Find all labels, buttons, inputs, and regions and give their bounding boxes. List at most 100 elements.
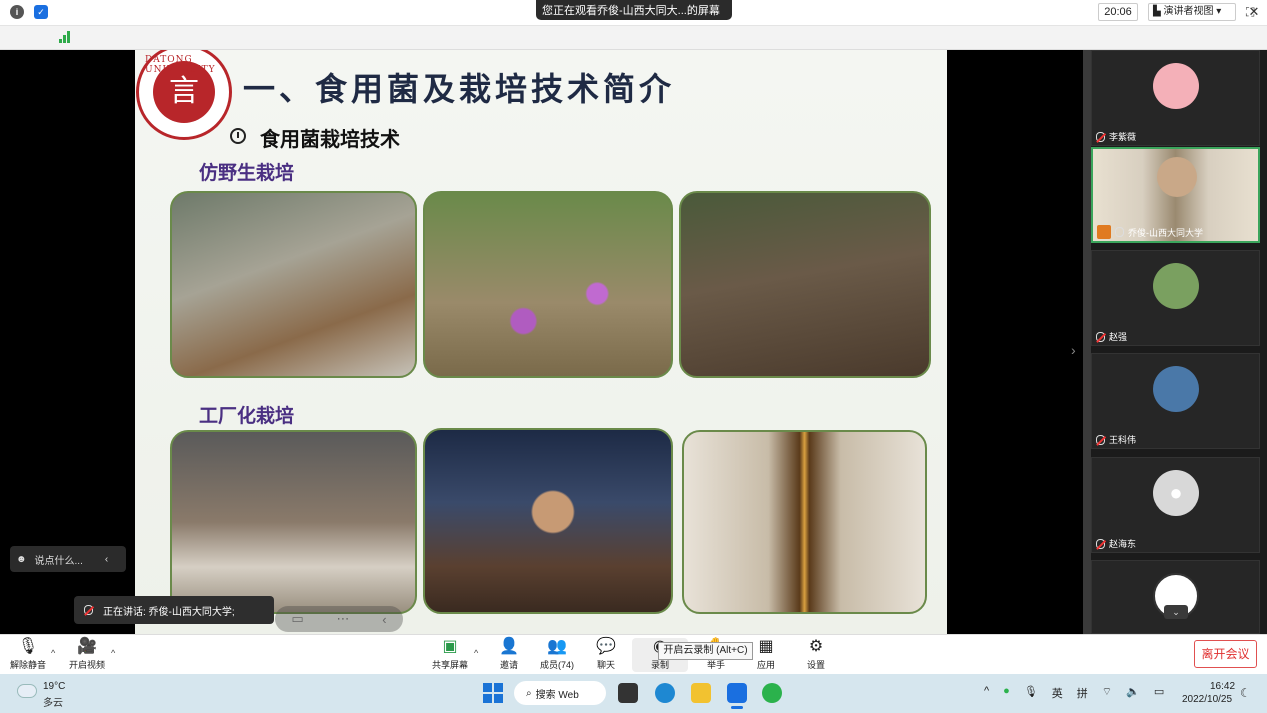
windows-start-icon[interactable] — [483, 683, 503, 703]
active-app-indicator — [731, 706, 743, 709]
participant-name: 赵海东 — [1096, 537, 1136, 550]
screen-share-indicator[interactable]: 您正在观看乔俊-山西大同大...的屏幕 ☰ — [536, 0, 743, 20]
chat-button[interactable]: 💬 聊天 — [578, 638, 634, 672]
participant-tile-active-speaker[interactable]: 乔俊-山西大同大学 — [1091, 147, 1260, 243]
microphone-icon[interactable]: 🎙 — [1024, 685, 1038, 701]
battery-icon[interactable]: ▭ — [1154, 685, 1164, 701]
meeting-info-bar — [0, 26, 1267, 50]
fullscreen-icon[interactable]: ⛶ — [1246, 5, 1254, 20]
record-tooltip: 开启云录制 (Alt+C) — [658, 642, 753, 660]
chevron-up-icon[interactable]: ^ — [474, 648, 478, 658]
chevron-down-icon: ▾ — [1216, 6, 1222, 17]
chevron-left-icon[interactable]: ‹ — [382, 612, 386, 627]
participant-name: 李紫薇 — [1096, 130, 1136, 143]
system-clock-time[interactable]: 16:42 — [1210, 681, 1235, 692]
participant-name-text: 赵强 — [1109, 332, 1128, 342]
default-avatar-icon: ● — [1153, 470, 1199, 516]
edge-browser-icon[interactable] — [655, 683, 675, 703]
add-user-icon: 👤 — [499, 638, 519, 655]
emoji-icon[interactable]: ☻ — [16, 554, 27, 565]
participant-name: 乔俊-山西大同大学 — [1097, 225, 1203, 239]
wechat-tray-icon[interactable]: ● — [1003, 685, 1010, 701]
participant-tile[interactable]: ● 赵海东 — [1091, 457, 1260, 553]
chat-icon: 💬 — [596, 638, 616, 655]
volume-icon[interactable]: 🔈 — [1126, 685, 1140, 701]
photo-shiitake-log — [423, 428, 673, 614]
university-logo: DATONG UNIVERSITY 言 — [136, 50, 232, 140]
mic-muted-icon — [1096, 538, 1105, 549]
participant-tile[interactable]: ⌄ — [1091, 560, 1260, 634]
photo-oyster-racks — [682, 430, 927, 614]
speaker-view-dropdown[interactable]: ▙ 演讲者视图 ▾ — [1148, 3, 1236, 21]
chat-placeholder: 说点什么... — [34, 555, 83, 567]
avatar — [1153, 366, 1199, 412]
photo-ganoderma-bamboo — [423, 191, 673, 378]
chat-quick-input[interactable]: ☻ 说点什么... ‹ — [10, 546, 126, 572]
avatar — [1153, 63, 1199, 109]
participant-name: 王科伟 — [1096, 433, 1136, 446]
cloud-icon[interactable] — [17, 684, 37, 698]
settings-button[interactable]: ⚙ 设置 — [788, 638, 844, 672]
weather-description[interactable]: 多云 — [43, 694, 63, 709]
panel-divider[interactable] — [1083, 50, 1091, 634]
avatar — [1153, 263, 1199, 309]
start-video-button[interactable]: 🎥 开启视频 — [59, 638, 115, 672]
focus-assist-icon[interactable]: ☾ — [1240, 686, 1251, 700]
share-indicator-label: 您正在观看乔俊-山西大同大...的屏幕 — [542, 5, 720, 17]
chevron-left-icon[interactable]: ‹ — [105, 554, 108, 565]
mic-muted-icon — [1096, 131, 1105, 142]
mic-muted-icon — [1096, 434, 1105, 445]
ime-english[interactable]: 英 — [1052, 685, 1063, 701]
chevron-up-icon[interactable]: ^ — [984, 685, 989, 701]
mic-icon — [84, 605, 93, 615]
slide-subtitle: 食用菌栽培技术 — [260, 129, 400, 151]
photo-field-beds — [679, 191, 931, 378]
leave-meeting-button[interactable]: 离开会议 — [1194, 640, 1257, 668]
avatar — [1157, 157, 1197, 197]
speaking-label: 正在讲话: 乔俊-山西大同大学; — [103, 606, 235, 618]
participant-tile[interactable]: 李紫薇 — [1091, 50, 1260, 146]
members-button[interactable]: 👥 成员(74) — [529, 638, 585, 672]
participant-name-text: 乔俊-山西大同大学 — [1128, 227, 1203, 238]
clock-icon — [230, 128, 246, 144]
participant-tile[interactable]: 王科伟 — [1091, 353, 1260, 449]
share-screen-icon: ▣ — [442, 638, 458, 655]
slide-title: 一、食用菌及栽培技术简介 — [243, 70, 676, 108]
info-icon[interactable]: i — [10, 5, 24, 19]
taskbar-search[interactable]: ⌕ 搜索 Web — [514, 681, 606, 705]
settings-label: 设置 — [806, 660, 825, 670]
apps-label: 应用 — [756, 660, 775, 670]
chat-label: 聊天 — [596, 660, 615, 670]
camera-off-icon: 🎥 — [77, 638, 97, 655]
file-explorer-icon[interactable] — [691, 683, 711, 703]
tencent-meeting-icon[interactable] — [727, 683, 747, 703]
shield-icon[interactable]: ✓ — [34, 5, 48, 19]
meeting-timer: 20:06 — [1098, 3, 1138, 21]
wifi-icon[interactable]: ⌔ — [1102, 685, 1112, 701]
ime-pinyin[interactable]: 拼 — [1077, 685, 1088, 701]
view-label: 演讲者视图 — [1163, 6, 1214, 17]
system-clock-date[interactable]: 2022/10/25 — [1182, 694, 1232, 705]
chevron-up-icon[interactable]: ^ — [111, 648, 115, 658]
wechat-icon[interactable] — [762, 683, 782, 703]
participant-tile[interactable]: 赵强 — [1091, 250, 1260, 346]
section-wild-cultivation: 仿野生栽培 — [199, 162, 295, 184]
weather-temperature[interactable]: 19°C — [43, 681, 65, 692]
unmute-button[interactable]: 🎙 解除静音 — [0, 638, 56, 672]
more-icon[interactable]: ⋯ — [336, 611, 349, 627]
chevron-right-icon[interactable]: › — [1071, 342, 1076, 358]
system-tray: ^ ● 🎙 英 拼 ⌔ 🔈 ▭ — [984, 685, 1164, 701]
chat-bubble-icon[interactable]: ▭ — [291, 611, 303, 627]
task-view-icon[interactable] — [618, 683, 638, 703]
hamburger-icon[interactable]: ☰ — [732, 3, 743, 17]
logo-ring-text: DATONG UNIVERSITY — [145, 55, 216, 75]
scroll-down-icon[interactable]: ⌄ — [1164, 605, 1188, 619]
chevron-up-icon[interactable]: ^ — [51, 648, 55, 658]
photo-morel-greenhouse — [170, 191, 417, 378]
share-label: 共享屏幕 — [431, 660, 468, 670]
share-screen-button[interactable]: ▣ 共享屏幕 — [422, 638, 478, 672]
signal-icon[interactable] — [59, 31, 73, 43]
participant-name-text: 王科伟 — [1109, 435, 1137, 445]
video-label: 开启视频 — [68, 660, 105, 670]
members-icon: 👥 — [547, 638, 567, 655]
